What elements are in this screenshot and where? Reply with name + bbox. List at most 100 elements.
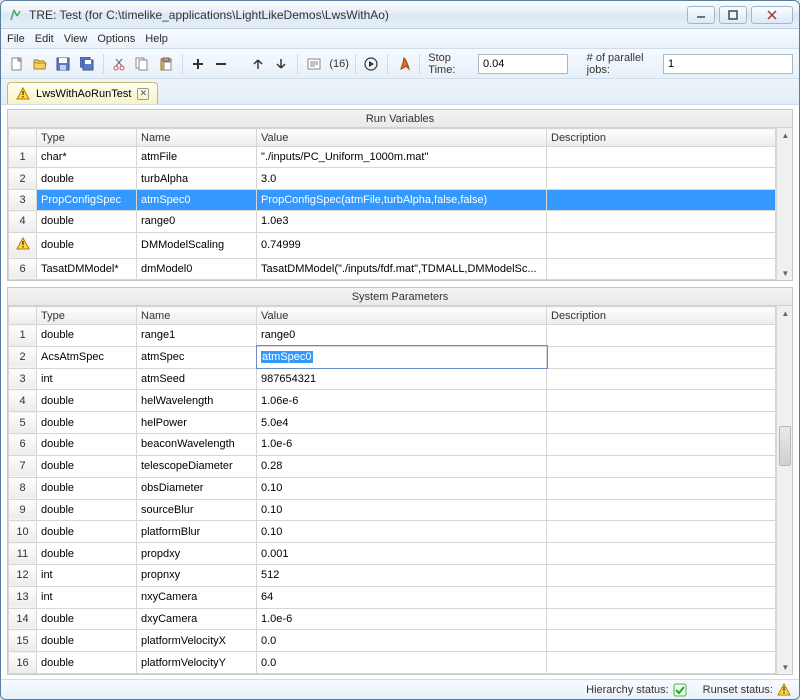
cell-name[interactable]: atmSpec0 [137,189,257,210]
tab-runtest[interactable]: LwsWithAoRunTest ✕ [7,82,158,104]
add-button[interactable] [188,53,207,75]
cell-type[interactable]: TasatDMModel* [37,258,137,279]
matlab-button[interactable] [394,53,413,75]
cell-name[interactable]: propdxy [137,543,257,565]
cell-value[interactable]: 0.001 [257,543,547,565]
table-row[interactable]: 4doublerange01.0e3 [9,211,776,232]
cut-button[interactable] [109,53,128,75]
menu-options[interactable]: Options [97,33,135,45]
table-row[interactable]: 4doublehelWavelength1.06e-6 [9,390,776,412]
row-number[interactable]: 10 [9,521,37,543]
cell-value[interactable]: atmSpec0 [257,346,547,368]
table-row[interactable]: doubleDMModelScaling0.74999 [9,232,776,258]
row-number[interactable]: 2 [9,168,37,189]
cell-type[interactable]: double [37,608,137,630]
scroll-thumb[interactable] [779,426,791,466]
maximize-button[interactable] [719,6,747,24]
cell-desc[interactable] [547,168,776,189]
system-parameters-grid[interactable]: Type Name Value Description 1doublerange… [8,306,776,674]
cell-type[interactable]: double [37,521,137,543]
cell-type[interactable]: double [37,325,137,347]
cell-desc[interactable] [547,412,776,434]
row-number[interactable]: 1 [9,147,37,168]
cell-type[interactable]: double [37,211,137,232]
cell-type[interactable]: double [37,543,137,565]
row-number[interactable]: 14 [9,608,37,630]
remove-button[interactable] [212,53,231,75]
cell-value[interactable]: 512 [257,564,547,586]
cell-name[interactable]: range0 [137,211,257,232]
cell-type[interactable]: double [37,412,137,434]
table-row[interactable]: 5doublehelPower5.0e4 [9,412,776,434]
cell-type[interactable]: double [37,455,137,477]
cell-name[interactable]: platformVelocityX [137,630,257,652]
cell-value[interactable]: 0.74999 [257,232,547,258]
cell-value[interactable]: range0 [257,325,547,347]
cell-name[interactable]: DMModelScaling [137,232,257,258]
cell-desc[interactable] [547,346,776,368]
cell-name[interactable]: telescopeDiameter [137,455,257,477]
open-button[interactable] [30,53,49,75]
cell-value[interactable]: 5.0e4 [257,412,547,434]
cell-desc[interactable] [547,564,776,586]
table-row[interactable]: 2doubleturbAlpha3.0 [9,168,776,189]
table-row[interactable]: 2AcsAtmSpecatmSpecatmSpec0 [9,346,776,368]
tab-close-button[interactable]: ✕ [137,88,149,100]
cell-desc[interactable] [547,189,776,210]
column-header[interactable]: Value [257,129,547,147]
menu-edit[interactable]: Edit [35,33,54,45]
cell-desc[interactable] [547,434,776,456]
table-row[interactable]: 12intpropnxy512 [9,564,776,586]
cell-desc[interactable] [547,652,776,674]
cell-name[interactable]: atmFile [137,147,257,168]
table-row[interactable]: 16doubleplatformVelocityY0.0 [9,652,776,674]
table-row[interactable]: 8doubleobsDiameter0.10 [9,477,776,499]
cell-desc[interactable] [547,368,776,390]
vertical-scrollbar[interactable]: ▲ ▼ [776,128,792,280]
cell-value[interactable]: "./inputs/PC_Uniform_1000m.mat" [257,147,547,168]
column-header[interactable]: Description [547,129,776,147]
cell-name[interactable]: atmSeed [137,368,257,390]
table-row[interactable]: 3PropConfigSpecatmSpec0PropConfigSpec(at… [9,189,776,210]
cell-type[interactable]: double [37,168,137,189]
cell-value[interactable]: 1.0e-6 [257,608,547,630]
table-row[interactable]: 7doubletelescopeDiameter0.28 [9,455,776,477]
row-number[interactable]: 2 [9,346,37,368]
cell-name[interactable]: sourceBlur [137,499,257,521]
cell-name[interactable]: beaconWavelength [137,434,257,456]
save-button[interactable] [54,53,73,75]
cell-desc[interactable] [547,325,776,347]
scroll-down-icon[interactable]: ▼ [777,266,792,280]
cell-name[interactable]: platformBlur [137,521,257,543]
row-number[interactable]: 13 [9,586,37,608]
cell-value[interactable]: 3.0 [257,168,547,189]
cell-value[interactable]: TasatDMModel("./inputs/fdf.mat",TDMALL,D… [257,258,547,279]
row-number[interactable]: 3 [9,368,37,390]
column-header[interactable]: Type [37,129,137,147]
cell-desc[interactable] [547,499,776,521]
row-number[interactable] [9,232,37,258]
cell-desc[interactable] [547,521,776,543]
cell-desc[interactable] [547,608,776,630]
new-button[interactable] [7,53,26,75]
row-number[interactable]: 16 [9,652,37,674]
cell-value[interactable]: 1.0e3 [257,211,547,232]
cell-value[interactable]: 0.10 [257,499,547,521]
cell-type[interactable]: int [37,368,137,390]
vertical-scrollbar[interactable]: ▲ ▼ [776,306,792,674]
row-number[interactable]: 1 [9,325,37,347]
close-button[interactable] [751,6,793,24]
menu-view[interactable]: View [64,33,88,45]
cell-desc[interactable] [547,211,776,232]
row-number[interactable]: 7 [9,455,37,477]
cell-value[interactable]: PropConfigSpec(atmFile,turbAlpha,false,f… [257,189,547,210]
column-header[interactable]: Description [547,307,776,325]
cell-name[interactable]: turbAlpha [137,168,257,189]
row-number[interactable]: 9 [9,499,37,521]
row-number[interactable]: 5 [9,412,37,434]
row-number[interactable]: 6 [9,258,37,279]
row-number[interactable]: 6 [9,434,37,456]
cell-value[interactable]: 1.06e-6 [257,390,547,412]
cell-desc[interactable] [547,586,776,608]
cell-desc[interactable] [547,543,776,565]
